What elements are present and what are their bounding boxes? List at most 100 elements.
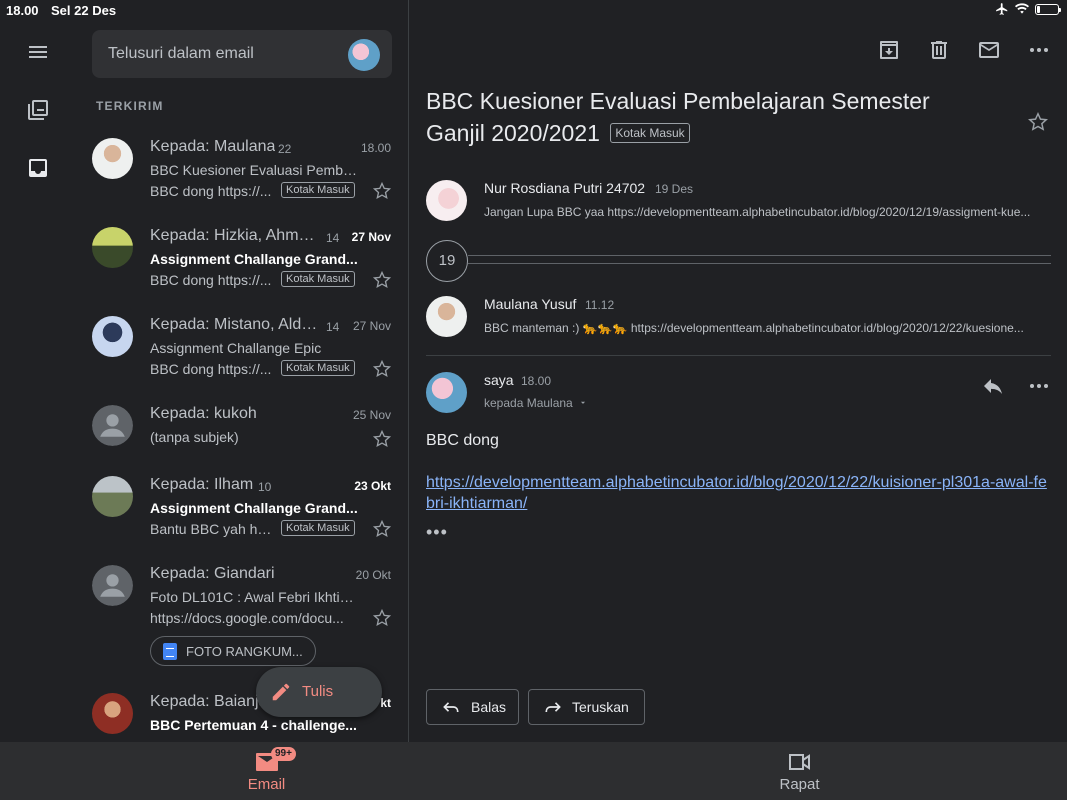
unread-badge: 99+ bbox=[271, 747, 296, 761]
message-time: 11.12 bbox=[585, 298, 615, 312]
battery-icon bbox=[1035, 3, 1061, 15]
trash-icon[interactable] bbox=[927, 38, 951, 62]
reply-icon[interactable] bbox=[981, 374, 1005, 398]
email-recipients: Kepada: Hizkia, Ahma... bbox=[150, 227, 318, 244]
attachment-name: FOTO RANGKUM... bbox=[186, 644, 303, 659]
star-icon[interactable] bbox=[372, 608, 392, 628]
avatar bbox=[426, 296, 467, 337]
default-avatar-icon bbox=[92, 565, 133, 606]
star-icon[interactable] bbox=[372, 181, 392, 201]
recipients-text: kepada Maulana bbox=[484, 396, 573, 410]
reply-button[interactable]: Balas bbox=[426, 689, 519, 725]
label-chip: Kotak Masuk bbox=[281, 182, 355, 198]
email-subject: Foto DL101C : Awal Febri Ikhtiar... bbox=[150, 589, 360, 605]
email-snippet: https://docs.google.com/docu... bbox=[150, 610, 344, 626]
archive-icon[interactable] bbox=[877, 38, 901, 62]
email-date: 20 Okt bbox=[355, 568, 391, 582]
search-input[interactable]: Telusuri dalam email bbox=[108, 45, 254, 63]
forward-label: Teruskan bbox=[572, 699, 629, 715]
email-recipients: Kepada: kukoh bbox=[150, 405, 257, 422]
video-camera-icon bbox=[788, 754, 810, 770]
compose-button[interactable]: Tulis bbox=[256, 667, 382, 717]
email-date: 18.00 bbox=[360, 141, 391, 155]
email-recipients: Kepada: Mistano, Aldh... bbox=[150, 316, 318, 333]
nav-email[interactable]: 99+ Email bbox=[0, 742, 533, 800]
bottom-nav: 99+ Email Rapat bbox=[0, 742, 1067, 800]
label-chip[interactable]: Kotak Masuk bbox=[610, 123, 690, 143]
nav-rail bbox=[0, 22, 76, 742]
email-recipients: Kepada: Giandari bbox=[150, 565, 275, 582]
message-actions bbox=[981, 374, 1051, 398]
avatar bbox=[92, 693, 133, 734]
email-list-item[interactable]: Kepada: Mistano, Aldh... 14 27 Nov Assig… bbox=[76, 314, 408, 403]
more-vert-icon[interactable] bbox=[1027, 374, 1051, 398]
star-icon[interactable] bbox=[372, 519, 392, 539]
email-date: 23 Okt bbox=[354, 479, 391, 493]
email-subject: Assignment Challange Grand... bbox=[150, 500, 358, 516]
more-vert-icon[interactable] bbox=[1027, 38, 1051, 62]
message-link[interactable]: https://developmentteam.alphabetincubato… bbox=[426, 472, 1051, 514]
wifi-icon bbox=[1015, 3, 1029, 14]
message-divider bbox=[426, 355, 1051, 356]
nav-meet[interactable]: Rapat bbox=[533, 742, 1066, 800]
collapsed-line bbox=[468, 263, 1051, 264]
thread-title: BBC Kuesioner Evaluasi Pembelajaran Seme… bbox=[426, 85, 986, 149]
search-bar[interactable]: Telusuri dalam email bbox=[92, 30, 392, 78]
recipients-toggle[interactable]: kepada Maulana bbox=[484, 396, 588, 410]
forward-icon bbox=[545, 702, 561, 712]
message-collapsed[interactable]: Maulana Yusuf 11.12 BBC manteman :) 🐆🐆🐆 … bbox=[426, 296, 1051, 356]
message-sender: Nur Rosdiana Putri 24702 bbox=[484, 180, 646, 196]
email-list-pane: Telusuri dalam email TERKIRIM Kepada: Ma… bbox=[76, 22, 408, 742]
account-avatar[interactable] bbox=[348, 39, 380, 71]
star-icon[interactable] bbox=[1027, 111, 1049, 133]
thread-toolbar bbox=[877, 38, 1051, 62]
collapsed-messages-button[interactable]: 19 bbox=[426, 240, 468, 282]
status-date: Sel 22 Des bbox=[51, 3, 117, 18]
star-icon[interactable] bbox=[372, 270, 392, 290]
email-date: 25 Nov bbox=[352, 408, 391, 422]
email-subject: (tanpa subjek) bbox=[150, 429, 239, 445]
status-time: 18.00 bbox=[6, 3, 39, 18]
forward-button[interactable]: Teruskan bbox=[528, 689, 645, 725]
email-list-item[interactable]: Kepada: Maulana 22 18.00 BBC Kuesioner E… bbox=[76, 136, 408, 225]
section-title: TERKIRIM bbox=[96, 99, 164, 113]
email-list-item[interactable]: Kepada: Ilham 10 23 Okt Assignment Chall… bbox=[76, 474, 408, 563]
message-preview: BBC manteman :) 🐆🐆🐆 https://developmentt… bbox=[484, 321, 1024, 335]
google-docs-icon bbox=[163, 643, 177, 660]
menu-icon[interactable] bbox=[26, 40, 50, 64]
avatar bbox=[426, 372, 467, 413]
star-icon[interactable] bbox=[372, 429, 392, 449]
message-preview: Jangan Lupa BBC yaa https://developmentt… bbox=[484, 205, 1031, 219]
email-recipients: Kepada: Baianja bbox=[150, 693, 268, 710]
all-inboxes-icon[interactable] bbox=[26, 98, 50, 122]
message-time: 18.00 bbox=[521, 374, 552, 388]
email-snippet: BBC dong https://... bbox=[150, 272, 272, 288]
message-collapsed[interactable]: Nur Rosdiana Putri 24702 19 Des Jangan L… bbox=[426, 180, 1051, 240]
compose-label: Tulis bbox=[302, 683, 334, 700]
email-recipients: Kepada: Ilham bbox=[150, 476, 254, 493]
star-icon[interactable] bbox=[372, 359, 392, 379]
email-detail-pane: BBC Kuesioner Evaluasi Pembelajaran Seme… bbox=[409, 22, 1067, 742]
system-indicators bbox=[995, 2, 1061, 16]
email-subject: Assignment Challange Epic bbox=[150, 340, 322, 356]
default-avatar-icon bbox=[92, 405, 133, 446]
airplane-icon bbox=[996, 3, 1008, 15]
avatar bbox=[92, 138, 133, 179]
email-date: kt bbox=[380, 696, 391, 710]
show-trimmed-button[interactable]: ••• bbox=[426, 522, 448, 543]
email-snippet: Bantu BBC yah htt... bbox=[150, 521, 274, 537]
email-list-item[interactable]: Kepada: Hizkia, Ahma... 14 27 Nov Assign… bbox=[76, 225, 408, 314]
message-body: BBC dong bbox=[426, 432, 499, 449]
avatar bbox=[426, 180, 467, 221]
email-subject: BBC Pertemuan 4 - challenge... bbox=[150, 717, 357, 733]
mail-unread-icon[interactable] bbox=[977, 38, 1001, 62]
reply-icon bbox=[443, 702, 459, 712]
message-sender: Maulana Yusuf bbox=[484, 296, 577, 312]
label-chip: Kotak Masuk bbox=[281, 520, 355, 536]
thread-count: 10 bbox=[258, 480, 272, 494]
reply-label: Balas bbox=[471, 699, 507, 715]
attachment-chip[interactable]: FOTO RANGKUM... bbox=[150, 636, 316, 666]
status-bar: 18.00 Sel 22 Des bbox=[0, 0, 1067, 22]
inbox-icon[interactable] bbox=[26, 156, 50, 180]
avatar bbox=[92, 476, 133, 517]
